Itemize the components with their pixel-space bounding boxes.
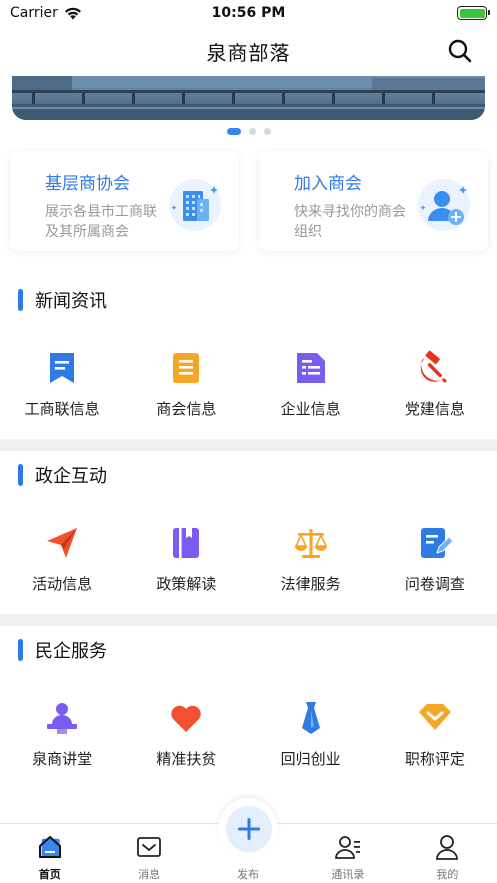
carousel-indicator: [0, 128, 497, 135]
grid-item-poverty-alleviation[interactable]: 精准扶贫: [124, 700, 248, 769]
grid-label: 回归创业: [280, 750, 341, 768]
tab-label: 消息: [138, 868, 161, 881]
grid-item-lecture-hall[interactable]: 泉商讲堂: [0, 700, 124, 769]
publish-label: 发布: [237, 868, 259, 881]
tab-label: 我的: [436, 868, 459, 881]
grid-label: 职称评定: [404, 750, 465, 768]
plus-icon: [238, 818, 260, 840]
banner-bridge-image: [12, 76, 485, 120]
document-icon: [173, 353, 200, 383]
app-header: 泉商部落: [0, 28, 497, 74]
hammer-sickle-icon: [420, 350, 447, 383]
scale-icon: [294, 529, 327, 558]
carousel-dot[interactable]: [248, 128, 256, 135]
paper-plane-icon: [47, 528, 78, 558]
grid-label: 法律服务: [280, 575, 341, 593]
status-bar: Carrier 10:56 PM: [0, 0, 497, 26]
section-marker: [18, 639, 23, 661]
book-icon: [173, 528, 200, 558]
section-marker: [18, 464, 23, 486]
grid-label: 工商联信息: [24, 400, 100, 418]
home-icon: [38, 836, 61, 858]
section-news: 新闻资讯: [0, 284, 497, 316]
grid-item-policy-reading[interactable]: 政策解读: [124, 525, 248, 594]
grid-label: 企业信息: [280, 400, 341, 418]
card-description: 展示各县市工商联及其所属商会: [45, 204, 157, 240]
section-private-enterprise: 民企服务: [0, 634, 497, 666]
section-title: 政企互动: [35, 466, 107, 487]
file-list-icon: [296, 353, 325, 383]
tab-contacts[interactable]: 通讯录: [298, 824, 397, 883]
section-divider: [0, 614, 497, 626]
heart-icon: [171, 705, 202, 732]
bookmark-icon: [50, 353, 75, 383]
edit-form-icon: [420, 528, 453, 558]
feature-cards: 基层商协会 展示各县市工商联及其所属商会 加入商会 快来寻找你的商会组织: [10, 151, 488, 251]
section-divider: [0, 439, 497, 451]
section-title: 新闻资讯: [35, 291, 107, 312]
card-join-chamber[interactable]: 加入商会 快来寻找你的商会组织: [259, 151, 488, 251]
lecturer-icon: [47, 703, 78, 734]
building-icon: [169, 179, 221, 231]
battery-icon: [457, 6, 490, 20]
grid-item-return-startup[interactable]: 回归创业: [249, 700, 373, 769]
badge-chevron-icon: [418, 704, 451, 730]
page-title: 泉商部落: [206, 40, 291, 65]
publish-button[interactable]: [226, 806, 272, 852]
section-gov-interaction: 政企互动: [0, 459, 497, 491]
add-user-icon: [418, 179, 470, 231]
card-description: 快来寻找你的商会组织: [294, 204, 406, 240]
enterprise-grid: 泉商讲堂 精准扶贫 回归创业 职称评定: [0, 700, 497, 769]
grid-label: 活动信息: [32, 575, 93, 593]
grid-label: 党建信息: [404, 400, 465, 418]
grid-item-questionnaire[interactable]: 问卷调查: [373, 525, 497, 594]
message-icon: [137, 837, 162, 857]
grid-label: 泉商讲堂: [32, 750, 93, 768]
banner-carousel[interactable]: [12, 76, 485, 120]
grid-item-enterprise-info[interactable]: 企业信息: [249, 350, 373, 419]
grid-item-title-evaluation[interactable]: 职称评定: [373, 700, 497, 769]
grid-label: 问卷调查: [404, 575, 465, 593]
grid-item-legal-service[interactable]: 法律服务: [249, 525, 373, 594]
tab-label: 首页: [38, 868, 61, 881]
carrier-label: Carrier: [10, 5, 58, 21]
wifi-icon: [64, 7, 81, 19]
tab-label: 通讯录: [331, 868, 365, 881]
tab-home[interactable]: 首页: [0, 824, 99, 883]
news-grid: 工商联信息 商会信息 企业信息 党建信息: [0, 350, 497, 419]
section-title: 民企服务: [35, 641, 107, 662]
tab-mine[interactable]: 我的: [398, 824, 497, 883]
contacts-icon: [335, 836, 360, 859]
tab-messages[interactable]: 消息: [99, 824, 198, 883]
grid-item-activity-info[interactable]: 活动信息: [0, 525, 124, 594]
carousel-dot[interactable]: [263, 128, 271, 135]
grid-label: 精准扶贫: [156, 750, 217, 768]
card-grassroots-chamber[interactable]: 基层商协会 展示各县市工商联及其所属商会: [10, 151, 239, 251]
grid-label: 商会信息: [156, 400, 217, 418]
carousel-dot-active[interactable]: [226, 128, 241, 135]
section-marker: [18, 289, 23, 311]
grid-item-chamber-info[interactable]: 商会信息: [124, 350, 248, 419]
tie-icon: [301, 702, 320, 734]
gov-grid: 活动信息 政策解读 法律服务 问卷调查: [0, 525, 497, 594]
grid-label: 政策解读: [156, 575, 217, 593]
search-icon[interactable]: [447, 38, 473, 64]
user-icon: [436, 835, 459, 860]
grid-item-party-info[interactable]: 党建信息: [373, 350, 497, 419]
grid-item-federation-info[interactable]: 工商联信息: [0, 350, 124, 419]
